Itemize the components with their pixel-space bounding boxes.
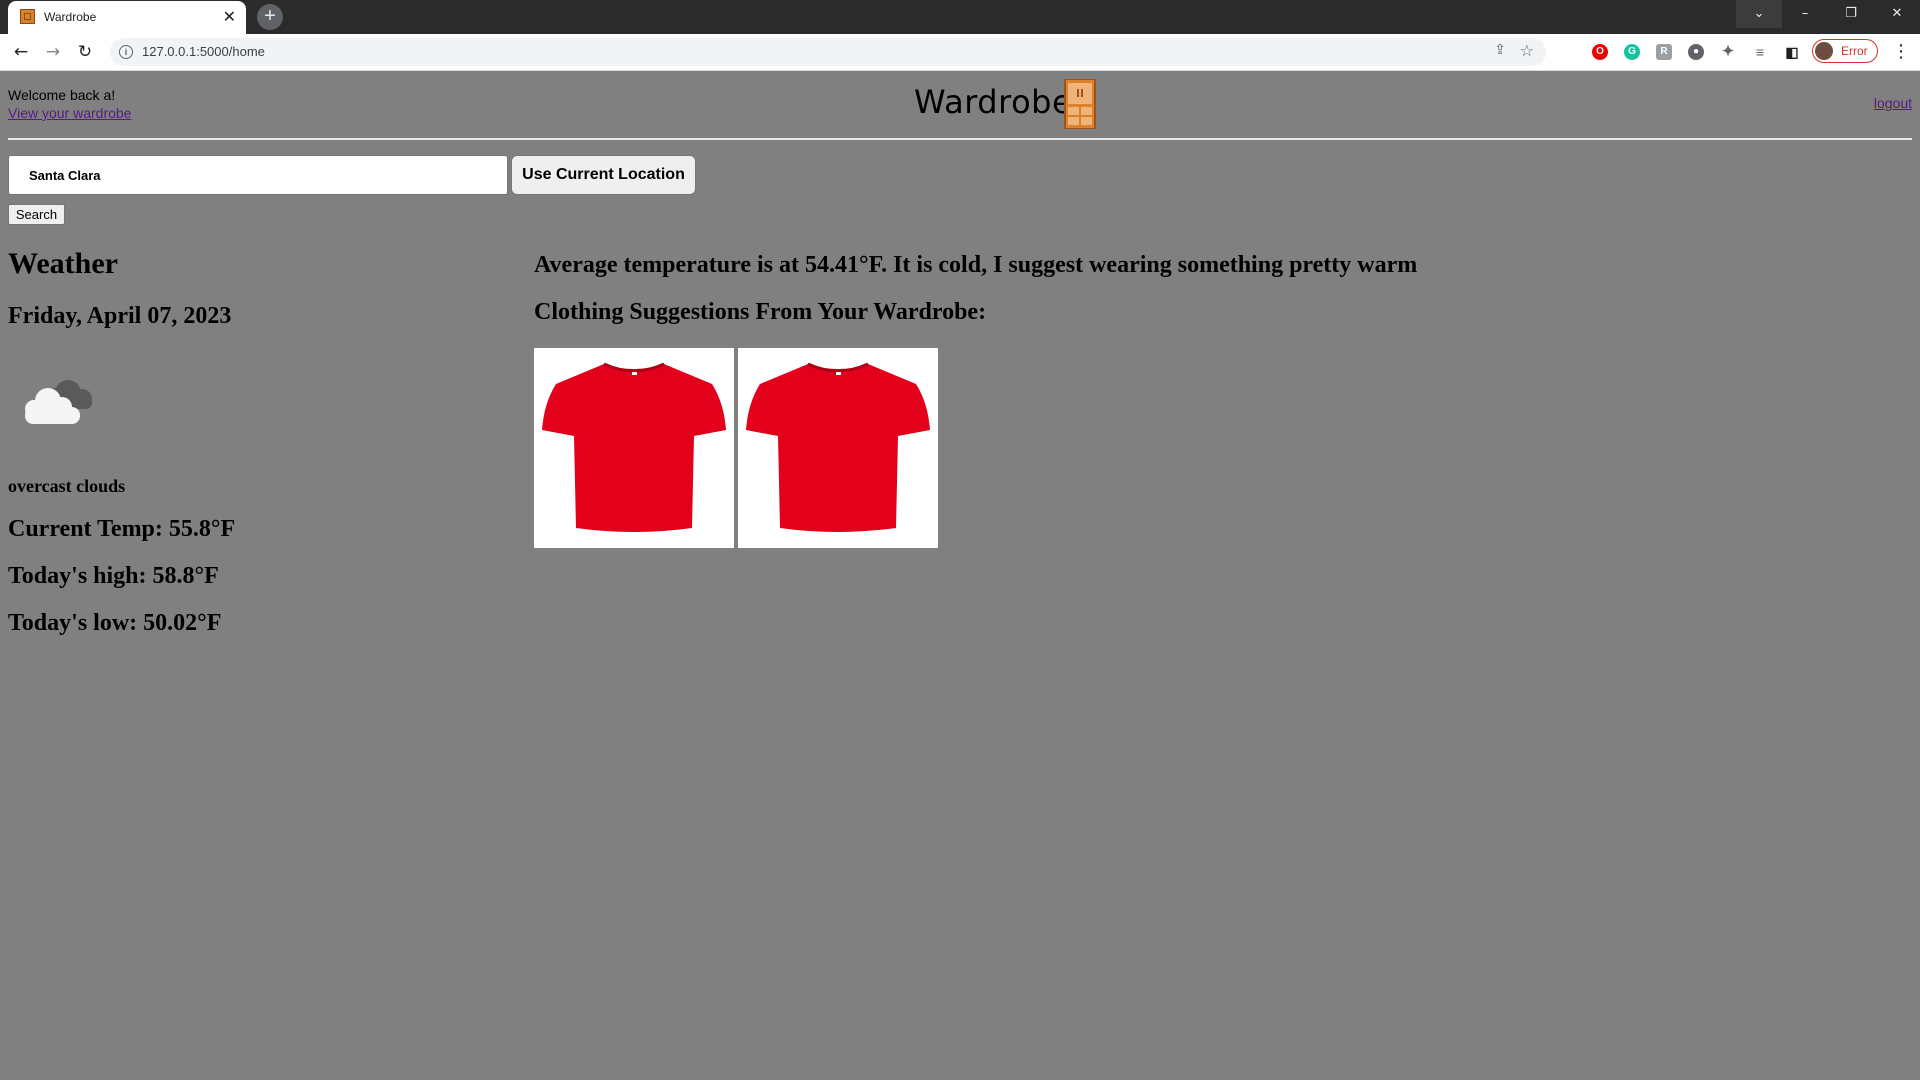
tab-title: Wardrobe [44, 10, 97, 24]
reload-icon[interactable]: ↻ [74, 41, 96, 63]
clothing-item[interactable] [738, 348, 938, 548]
extensions-puzzle-icon[interactable]: ✦ [1720, 44, 1736, 60]
tab-close-icon[interactable]: ✕ [223, 7, 236, 27]
red-tshirt-image [542, 362, 726, 532]
site-info-icon[interactable]: i [119, 45, 133, 59]
browser-tab-strip: Wardrobe ✕ + ⌄ – ❐ ✕ [0, 0, 1920, 34]
record-extension-icon[interactable]: ● [1688, 44, 1704, 60]
address-url[interactable]: 127.0.0.1:5000/home [142, 44, 265, 59]
search-button[interactable]: Search [8, 204, 65, 225]
browser-toolbar: ← → ↻ i 127.0.0.1:5000/home ⇪ ☆ O G R ● … [0, 34, 1920, 71]
high-temperature: Today's high: 58.8°F [8, 563, 219, 589]
red-tshirt-image [746, 362, 930, 532]
address-bar[interactable]: i 127.0.0.1:5000/home ⇪ ☆ [110, 38, 1546, 66]
browser-tab[interactable]: Wardrobe ✕ [8, 1, 246, 34]
reader-extension-icon[interactable]: R [1656, 44, 1672, 60]
view-wardrobe-link[interactable]: View your wardrobe [8, 105, 131, 121]
average-temperature-message: Average temperature is at 54.41°F. It is… [534, 252, 1418, 278]
share-icon[interactable]: ⇪ [1494, 42, 1506, 58]
forward-arrow-icon[interactable]: → [42, 41, 64, 63]
clothing-suggestions-heading: Clothing Suggestions From Your Wardrobe: [534, 299, 987, 325]
overcast-cloud-icon [25, 380, 92, 424]
city-search-input[interactable] [8, 155, 508, 195]
clothing-item[interactable] [534, 348, 734, 548]
minimize-button[interactable]: – [1782, 0, 1828, 28]
welcome-message: Welcome back a! [8, 87, 116, 103]
use-current-location-button[interactable]: Use Current Location [511, 155, 696, 195]
restore-button[interactable]: ❐ [1828, 0, 1874, 28]
profile-button[interactable]: Error [1812, 39, 1878, 63]
logo-text: Wardrobe [914, 83, 1073, 121]
wardrobe-favicon-icon [20, 9, 35, 24]
reading-list-icon[interactable]: ≡ [1752, 44, 1768, 60]
low-temperature: Today's low: 50.02°F [8, 610, 222, 636]
new-tab-button[interactable]: + [257, 4, 283, 30]
grammarly-extension-icon[interactable]: G [1624, 44, 1640, 60]
weather-description: overcast clouds [8, 476, 126, 496]
logout-link[interactable]: logout [1874, 95, 1912, 111]
side-panel-icon[interactable]: ◧ [1784, 44, 1800, 60]
opera-extension-icon[interactable]: O [1592, 44, 1608, 60]
close-window-button[interactable]: ✕ [1874, 0, 1920, 28]
page-content: Welcome back a! View your wardrobe Wardr… [0, 71, 1920, 1080]
avatar [1815, 42, 1833, 60]
current-temperature: Current Temp: 55.8°F [8, 516, 236, 542]
browser-menu-icon[interactable]: ⋮ [1892, 41, 1910, 62]
back-arrow-icon[interactable]: ← [10, 41, 32, 63]
tab-search-button[interactable]: ⌄ [1736, 0, 1782, 28]
weather-date: Friday, April 07, 2023 [8, 303, 232, 329]
bookmark-star-icon[interactable]: ☆ [1520, 41, 1534, 60]
header-divider [8, 138, 1912, 140]
weather-heading: Weather [8, 247, 118, 280]
wardrobe-cabinet-icon [1064, 79, 1096, 129]
profile-status: Error [1841, 44, 1868, 58]
